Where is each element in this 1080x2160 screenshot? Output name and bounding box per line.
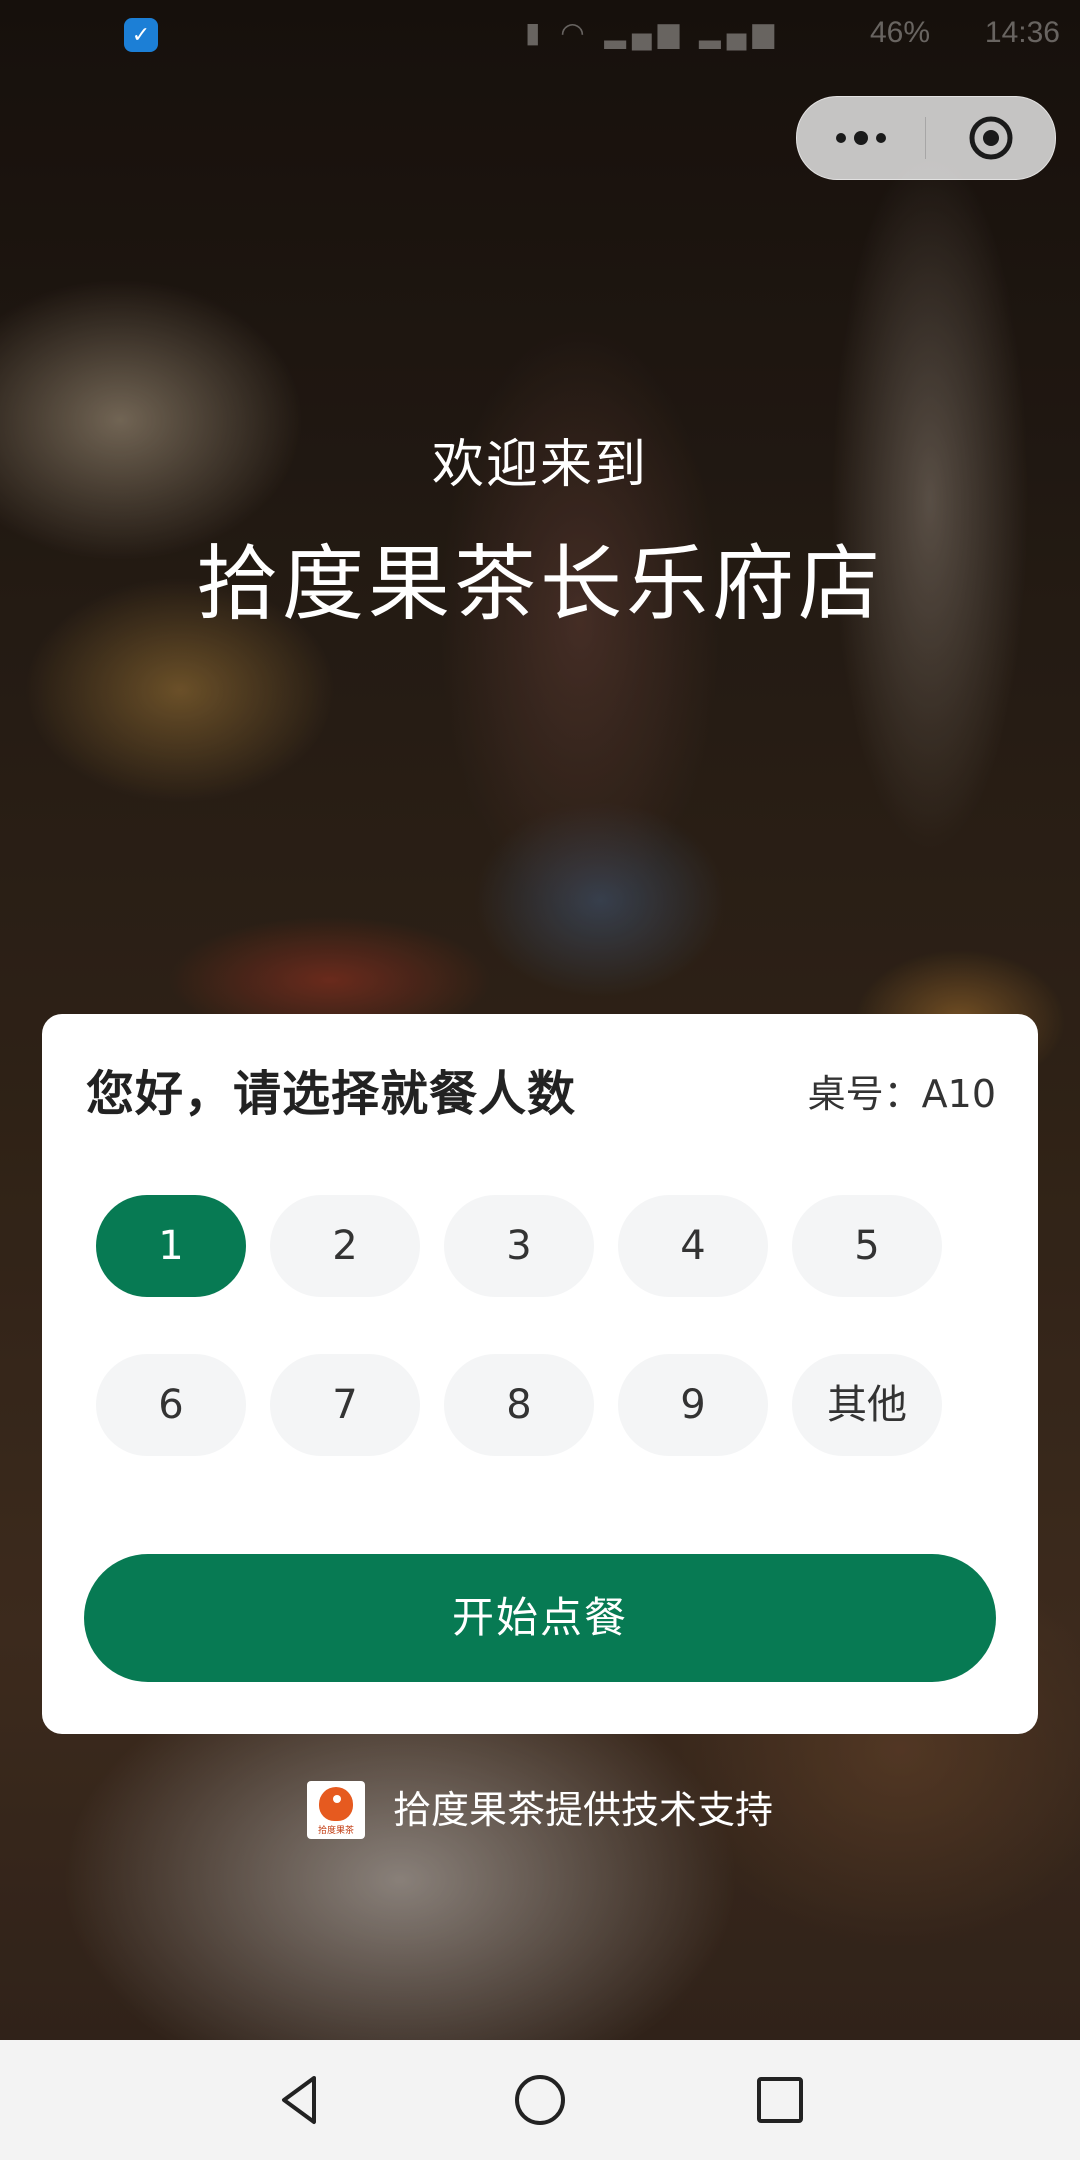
party-size-option-4[interactable]: 4 xyxy=(618,1195,768,1297)
brand-logo: 拾度果茶 xyxy=(306,1781,365,1839)
party-size-option-7[interactable]: 7 xyxy=(270,1354,420,1456)
start-ordering-button[interactable]: 开始点餐 xyxy=(84,1554,996,1682)
mini-program-capsule xyxy=(796,96,1056,180)
party-size-option-2[interactable]: 2 xyxy=(270,1195,420,1297)
store-name: 拾度果茶长乐府店 xyxy=(195,537,884,632)
more-dots-icon xyxy=(836,131,886,145)
support-text: 拾度果茶提供技术支持 xyxy=(392,1788,773,1832)
home-icon xyxy=(515,2075,565,2125)
party-size-option-3[interactable]: 3 xyxy=(444,1195,594,1297)
recents-icon xyxy=(757,2077,803,2123)
party-size-option-5[interactable]: 5 xyxy=(792,1195,942,1297)
party-size-option-1[interactable]: 1 xyxy=(96,1195,246,1297)
shield-icon: ✓ xyxy=(124,18,158,52)
party-size-option-9[interactable]: 9 xyxy=(618,1354,768,1456)
card-title: 您好，请选择就餐人数 xyxy=(86,1066,577,1122)
party-size-option-other[interactable]: 其他 xyxy=(792,1354,942,1456)
close-target-icon xyxy=(969,116,1013,160)
logo-text: 拾度果茶 xyxy=(317,1826,354,1836)
battery-percentage: 46% xyxy=(869,16,930,49)
system-nav-bar xyxy=(0,2040,1080,2160)
party-size-option-6[interactable]: 6 xyxy=(96,1354,246,1456)
table-number: 桌号：A10 xyxy=(807,1072,996,1116)
logo-eye xyxy=(332,1795,341,1803)
back-icon xyxy=(282,2076,316,2124)
welcome-text: 欢迎来到 xyxy=(431,435,648,495)
party-size-card: 您好，请选择就餐人数 桌号：A10 1 2 3 4 5 6 7 8 9 其他 开… xyxy=(42,1014,1038,1734)
signal-wifi-icons: ▮ ◠ ▂▄▆ ▂▄▆ xyxy=(525,17,780,48)
nav-back-button[interactable] xyxy=(260,2060,340,2140)
nav-home-button[interactable] xyxy=(500,2060,580,2140)
logo-mascot xyxy=(318,1787,353,1821)
close-mini-program-button[interactable] xyxy=(926,97,1055,179)
tech-support-footer: 拾度果茶 拾度果茶提供技术支持 xyxy=(0,1780,1080,1840)
nav-recents-button[interactable] xyxy=(740,2060,820,2140)
status-bar: ✓ ▮ ◠ ▂▄▆ ▂▄▆ 46% 14:36 xyxy=(0,0,1080,72)
party-size-option-8[interactable]: 8 xyxy=(444,1354,594,1456)
more-button[interactable] xyxy=(797,97,925,179)
status-time: 14:36 xyxy=(984,16,1060,49)
